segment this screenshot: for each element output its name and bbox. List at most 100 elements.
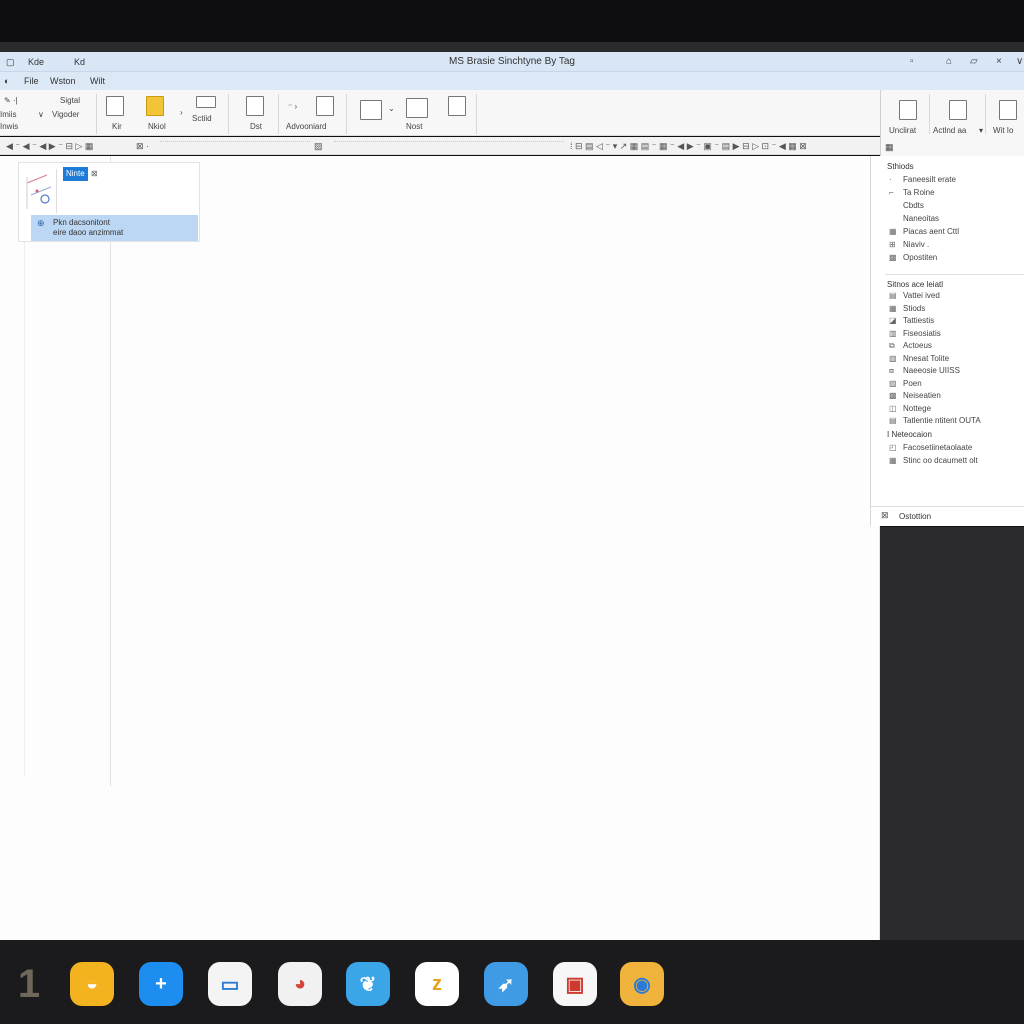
options-icon: ⊠ — [881, 510, 889, 520]
style-item-label: Neiseatien — [903, 391, 941, 400]
ribbon-btn-nkiol[interactable]: Nkiol — [140, 94, 180, 134]
style-item-icon: · — [889, 175, 892, 184]
ribbon-right: Unclirat Actlnd aa ▾ Wit Io ▦ — [880, 90, 1024, 156]
style-list-item[interactable]: ▩ Opostiten — [889, 252, 937, 264]
ribbon-btn-unclirat[interactable]: Unclirat — [885, 94, 929, 135]
style-list-item[interactable]: Naneoitas — [889, 213, 939, 225]
style-item-label: Stinc oo dcaumett olt — [903, 456, 978, 465]
style-list-item[interactable]: ⧉ Actoeus — [889, 340, 932, 352]
style-item-icon: ▦ — [889, 227, 897, 236]
ribbon-btn-advanced[interactable]: ⁻ › Advooniard — [282, 94, 344, 134]
pane-footer[interactable]: ⊠ Ostottion — [870, 506, 1024, 526]
style-list-item[interactable]: ▦ Piacas aent Cttl — [889, 226, 959, 238]
style-item-label: Nnesat Tolite — [903, 353, 950, 363]
style-list-item[interactable]: ▦ Stinc oo dcaumett olt — [889, 455, 978, 467]
menu-wilt[interactable]: Wilt — [90, 75, 105, 87]
top-desktop-bar — [0, 0, 1024, 42]
ribbon-divider — [346, 94, 347, 134]
ribbon-btn-edit[interactable] — [442, 94, 476, 134]
style-list-item[interactable]: ▩ Neiseatien — [889, 390, 941, 402]
selected-result[interactable]: ⊕ Pkn dacsonitont eire daoo anzimmat — [31, 215, 198, 241]
restore-icon[interactable]: ▫ — [910, 55, 914, 69]
document-canvas[interactable]: Ninte ⊠ ⊕ Pkn dacsonitont eire daoo anzi… — [0, 156, 880, 940]
blue-plus-app-icon[interactable]: + — [139, 962, 183, 1006]
style-item-label: Tatlentie ntitent OUTA — [903, 416, 981, 425]
lock-icon[interactable]: ⌂ — [946, 55, 952, 69]
back-icon[interactable]: ◐ — [4, 75, 9, 87]
style-list-item[interactable]: ⊞ Niaviv . — [889, 239, 929, 251]
style-icon[interactable]: ▨ — [314, 140, 323, 152]
style-list-item[interactable]: ⌐ Ta Roine — [889, 187, 935, 199]
globe-app-icon[interactable]: ◉ — [620, 962, 664, 1006]
style-item-label: Naeeosie UIISS — [903, 366, 960, 375]
style-list-item[interactable]: ⧈ Naeeosie UIISS — [889, 365, 960, 377]
yellow-app-icon[interactable]: ◒ — [70, 962, 114, 1006]
style-item-label: Actoeus — [903, 341, 932, 350]
ribbon-divider — [985, 94, 986, 134]
font-field[interactable] — [160, 141, 310, 151]
style-list-item[interactable]: ▧ Nnesat Tolite — [889, 353, 949, 365]
menu-file[interactable]: File — [24, 75, 39, 87]
bird-app-icon[interactable]: ➶ — [484, 962, 528, 1006]
format-icons[interactable]: ⁞ ⊟ ▤ ◁ ⁻ ▾ ↗ ▦ ▤ ⁻ ▦ ⁻ ◀ ▶ ⁻ ▣ ⁻ ▤ ▶ ⊟ … — [570, 140, 807, 152]
pane-header-2: Sitnos ace leiatl — [887, 280, 944, 289]
close-tag-icon[interactable]: ⊠ — [91, 167, 98, 181]
title-bar: ▢ Kde Kd MS Brasie Sinchtyne By Tag ▫ ⌂ … — [0, 52, 1024, 72]
ribbon-btn-sctiid[interactable]: › Sctiid — [180, 94, 226, 134]
style-field[interactable] — [334, 141, 564, 151]
style-item-label: Faneesilt erate — [903, 175, 956, 184]
style-list-item[interactable]: ▦ Stiods — [889, 303, 925, 315]
minimize-icon[interactable]: ▱ — [970, 55, 978, 69]
paste-icon[interactable]: ⊠ · — [136, 140, 149, 152]
style-list-item[interactable]: ◰ Facosetiinetaolaate — [889, 442, 972, 454]
ribbon-label-wit: Wit Io — [993, 126, 1014, 135]
style-list-item[interactable]: ▤ Vattei ived — [889, 290, 940, 302]
digit-one-icon[interactable]: 1 — [14, 962, 44, 1006]
style-item-label: Stiods — [903, 303, 926, 313]
style-list-item[interactable]: ◫ Nottege — [889, 403, 931, 415]
ribbon-top-label-2[interactable]: Vigoder — [52, 110, 79, 120]
z-app-icon[interactable]: z — [415, 962, 459, 1006]
ribbon-label-kir: Kir — [112, 122, 122, 131]
ribbon-btn-wit[interactable]: Wit Io — [989, 94, 1024, 135]
result-line-2: eire daoo anzimmat — [53, 228, 124, 237]
page-thumbnail[interactable] — [23, 169, 57, 213]
grid-icon[interactable]: ▦ — [885, 142, 894, 152]
chevron-down-icon[interactable]: ∨ — [38, 110, 44, 120]
ribbon-btn-actlnd[interactable]: Actlnd aa ▾ — [933, 94, 985, 135]
style-list-item[interactable]: ◪ Tattiestis — [889, 315, 934, 327]
image-app-icon[interactable]: ▣ — [553, 962, 597, 1006]
undo-icon[interactable]: ◀ ⁻ ◀ ⁻ ◀ ▶ ⁻ ⊟ ▷ ▦ — [6, 140, 93, 152]
color-wheel-app-icon[interactable]: ◕ — [278, 962, 322, 1006]
menu-wston[interactable]: Wston — [50, 75, 76, 87]
column-guide — [110, 156, 111, 786]
style-item-icon: ◪ — [889, 316, 897, 325]
search-tag[interactable]: Ninte — [63, 167, 88, 181]
pane-header-3: I Neteocaion — [887, 430, 932, 439]
ribbon-left-label-1[interactable]: Imiis — [0, 110, 16, 120]
more-icon[interactable]: ∨ — [1016, 55, 1023, 69]
ribbon-top-label-1[interactable]: Sigtal — [60, 96, 80, 106]
style-item-label: Niaviv . — [903, 240, 930, 249]
style-list-item[interactable]: Cbdts — [889, 200, 924, 212]
thumbnail-graphic-icon — [26, 174, 52, 209]
style-list-item[interactable]: ▨ Poen — [889, 378, 922, 390]
style-list-item[interactable]: ▥ Fiseosiatis — [889, 328, 941, 340]
ribbon-btn-nost[interactable]: Nost — [400, 94, 440, 134]
ribbon-btn-kir[interactable]: Kir — [100, 94, 140, 134]
brush-icon[interactable]: ✎ ·| — [4, 96, 18, 106]
ribbon-btn-columns[interactable]: ⌄ — [354, 94, 400, 134]
style-list-item[interactable]: · Faneesilt erate — [889, 174, 956, 186]
ribbon-divider — [96, 94, 97, 134]
style-item-icon: ▩ — [889, 391, 897, 400]
style-item-label: Nottege — [903, 403, 932, 413]
ribbon-btn-dst[interactable]: Dst — [236, 94, 276, 134]
format-toolbar: ◀ ⁻ ◀ ⁻ ◀ ▶ ⁻ ⊟ ▷ ▦ ⊠ · ▨ ⁞ ⊟ ▤ ◁ ⁻ ▾ ↗ … — [0, 137, 880, 155]
ribbon-left-label-2[interactable]: Inwis — [0, 122, 18, 132]
folder-app-icon[interactable]: ▭ — [208, 962, 252, 1006]
style-list-item[interactable]: ▤ Tatlentie ntitent OUTA — [889, 415, 981, 427]
pen-icon — [448, 96, 466, 116]
close-icon[interactable]: × — [996, 55, 1002, 69]
cloud-app-icon[interactable]: ❦ — [346, 962, 390, 1006]
pane-header-1: Sthiods — [887, 162, 914, 171]
